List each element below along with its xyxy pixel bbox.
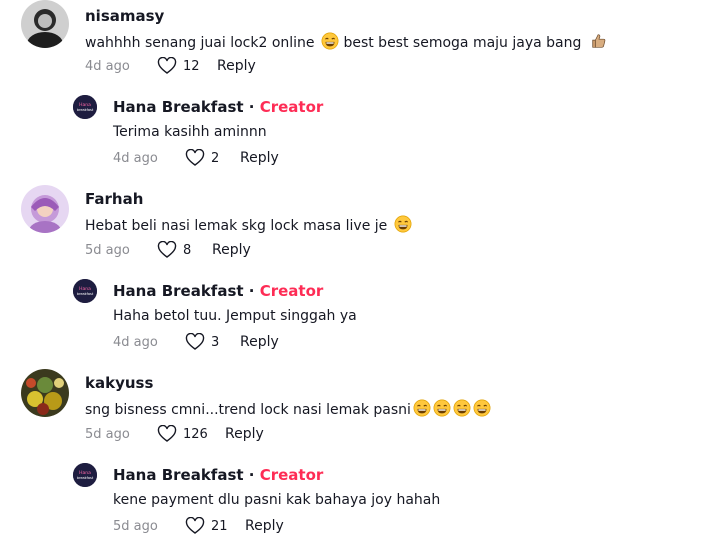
comment-username[interactable]: Farhah — [85, 190, 143, 208]
svg-text:breakfast: breakfast — [77, 476, 94, 480]
reply-username[interactable]: Hana Breakfast · Creator — [113, 466, 323, 484]
reply-username[interactable]: Hana Breakfast · Creator — [113, 98, 323, 116]
laughing-emoji-icon — [321, 32, 339, 50]
reply-username[interactable]: Hana Breakfast · Creator — [113, 282, 323, 300]
comment-time: 4d ago — [113, 335, 158, 350]
laughing-emoji-icon — [433, 399, 451, 417]
like-button[interactable]: 2 — [185, 149, 219, 167]
creator-badge: Creator — [259, 98, 324, 116]
thumbs-up-icon — [592, 34, 606, 48]
like-count: 8 — [183, 242, 192, 258]
reply-text: kene payment dlu pasni kak bahaya joy ha… — [113, 492, 441, 508]
avatar[interactable]: Hana breakfast — [73, 279, 97, 303]
comment-time: 5d ago — [85, 243, 130, 258]
svg-text:breakfast: breakfast — [77, 108, 94, 112]
like-count: 126 — [183, 426, 208, 442]
comment-text: sng bisness cmni...trend lock nasi lemak… — [85, 399, 491, 418]
heart-icon — [185, 517, 205, 534]
reply-button[interactable]: Reply — [217, 58, 256, 74]
separator: · — [248, 466, 255, 484]
comment-time: 4d ago — [113, 151, 158, 166]
comment-time: 4d ago — [85, 59, 130, 74]
like-button[interactable]: 3 — [185, 333, 219, 351]
comment-username[interactable]: kakyuss — [85, 374, 153, 392]
reply-button[interactable]: Reply — [240, 334, 279, 350]
creator-badge: Creator — [259, 282, 324, 300]
heart-icon — [185, 149, 205, 166]
reply-button[interactable]: Reply — [225, 426, 264, 442]
reply-button[interactable]: Reply — [212, 242, 251, 258]
like-button[interactable]: 8 — [157, 241, 191, 259]
like-count: 3 — [211, 334, 220, 350]
like-count: 12 — [183, 58, 200, 74]
like-count: 2 — [211, 150, 220, 166]
like-count: 21 — [211, 518, 228, 534]
reply-button[interactable]: Reply — [245, 518, 284, 534]
laughing-emoji-icon — [394, 215, 412, 233]
comment-time: 5d ago — [113, 519, 158, 534]
comment-text: wahhhh senang juai lock2 online best bes… — [85, 32, 608, 51]
laughing-emoji-icon — [473, 399, 491, 417]
reply-text: Haha betol tuu. Jemput singgah ya — [113, 308, 357, 324]
separator: · — [248, 98, 255, 116]
creator-badge: Creator — [259, 466, 324, 484]
heart-icon — [157, 57, 177, 74]
heart-icon — [185, 333, 205, 350]
laughing-emoji-icon — [453, 399, 471, 417]
avatar[interactable] — [21, 185, 69, 233]
comment-time: 5d ago — [85, 427, 130, 442]
avatar[interactable]: Hana breakfast — [73, 95, 97, 119]
like-button[interactable]: 12 — [157, 57, 200, 75]
like-button[interactable]: 126 — [157, 425, 208, 443]
comment-text: Hebat beli nasi lemak skg lock masa live… — [85, 215, 412, 234]
comment-username[interactable]: nisamasy — [85, 7, 164, 25]
avatar[interactable] — [21, 369, 69, 417]
like-button[interactable]: 21 — [185, 517, 228, 535]
avatar[interactable]: Hana breakfast — [73, 463, 97, 487]
svg-text:breakfast: breakfast — [77, 292, 94, 296]
reply-button[interactable]: Reply — [240, 150, 279, 166]
reply-text: Terima kasihh aminnn — [113, 124, 267, 140]
heart-icon — [157, 241, 177, 258]
heart-icon — [157, 425, 177, 442]
laughing-emoji-icon — [413, 399, 431, 417]
avatar[interactable] — [21, 0, 69, 48]
separator: · — [248, 282, 255, 300]
